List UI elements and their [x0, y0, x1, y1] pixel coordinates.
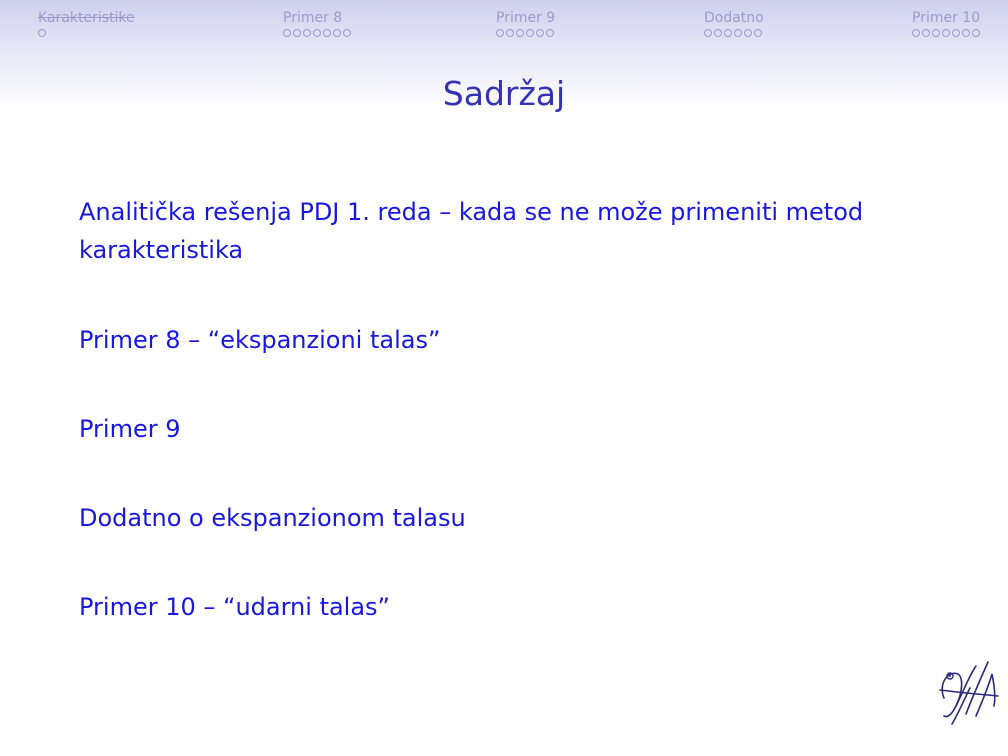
frame-dot-icon[interactable] — [496, 29, 504, 37]
frame-dot-icon[interactable] — [704, 29, 712, 37]
frame-dot-icon[interactable] — [303, 29, 311, 37]
nav-frame-dots — [912, 29, 980, 37]
nav-frame-dots — [283, 29, 351, 37]
nav-section-primer-8[interactable]: Primer 8 — [283, 10, 351, 37]
frame-dot-icon[interactable] — [526, 29, 534, 37]
nav-section-primer-9[interactable]: Primer 9 — [496, 10, 555, 37]
nav-frame-dots — [496, 29, 555, 37]
nav-section-label[interactable]: Primer 8 — [283, 10, 351, 27]
frame-dot-icon[interactable] — [922, 29, 930, 37]
nav-section-label[interactable]: Primer 9 — [496, 10, 555, 27]
frame-dot-icon[interactable] — [333, 29, 341, 37]
frame-dot-icon[interactable] — [313, 29, 321, 37]
frame-dot-icon[interactable] — [912, 29, 920, 37]
frame-title: Sadržaj — [442, 74, 566, 113]
nav-section-karakteristike[interactable]: Karakteristike — [38, 10, 135, 37]
nav-section-label[interactable]: Primer 10 — [912, 10, 980, 27]
nav-frame-dots — [38, 29, 135, 37]
toc-item-primer-9[interactable]: Primer 9 — [79, 410, 949, 448]
nav-section-label[interactable]: Karakteristike — [38, 10, 135, 27]
nav-section-label[interactable]: Dodatno — [704, 10, 764, 27]
frame-dot-icon[interactable] — [734, 29, 742, 37]
frame-dot-icon[interactable] — [293, 29, 301, 37]
frame-dot-icon[interactable] — [942, 29, 950, 37]
frame-dot-icon[interactable] — [323, 29, 331, 37]
frame-dot-icon[interactable] — [516, 29, 524, 37]
toc-item-dodatno[interactable]: Dodatno o ekspanzionom talasu — [79, 499, 949, 537]
frame-dot-icon[interactable] — [506, 29, 514, 37]
frame-dot-icon[interactable] — [536, 29, 544, 37]
toc-item-primer-10[interactable]: Primer 10 – “udarni talas” — [79, 588, 949, 626]
frame-dot-icon[interactable] — [546, 29, 554, 37]
toc-item-primer-8[interactable]: Primer 8 – “ekspanzioni talas” — [79, 321, 949, 359]
frame-dot-icon[interactable] — [972, 29, 980, 37]
nav-section-primer-10[interactable]: Primer 10 — [912, 10, 980, 37]
frame-dot-icon[interactable] — [962, 29, 970, 37]
frame-dot-icon[interactable] — [283, 29, 291, 37]
frame-dot-icon[interactable] — [932, 29, 940, 37]
university-logo-icon — [936, 654, 1002, 730]
frame-dot-icon[interactable] — [343, 29, 351, 37]
frame-dot-icon[interactable] — [754, 29, 762, 37]
nav-frame-dots — [704, 29, 764, 37]
frame-dot-icon[interactable] — [952, 29, 960, 37]
frame-dot-icon[interactable] — [714, 29, 722, 37]
nav-section-dodatno[interactable]: Dodatno — [704, 10, 764, 37]
frame-dot-icon[interactable] — [744, 29, 752, 37]
toc-item-analiticka-resenja[interactable]: Analitička rešenja PDJ 1. reda – kada se… — [79, 193, 949, 269]
frame-dot-icon[interactable] — [38, 29, 46, 37]
frame-dot-icon[interactable] — [724, 29, 732, 37]
